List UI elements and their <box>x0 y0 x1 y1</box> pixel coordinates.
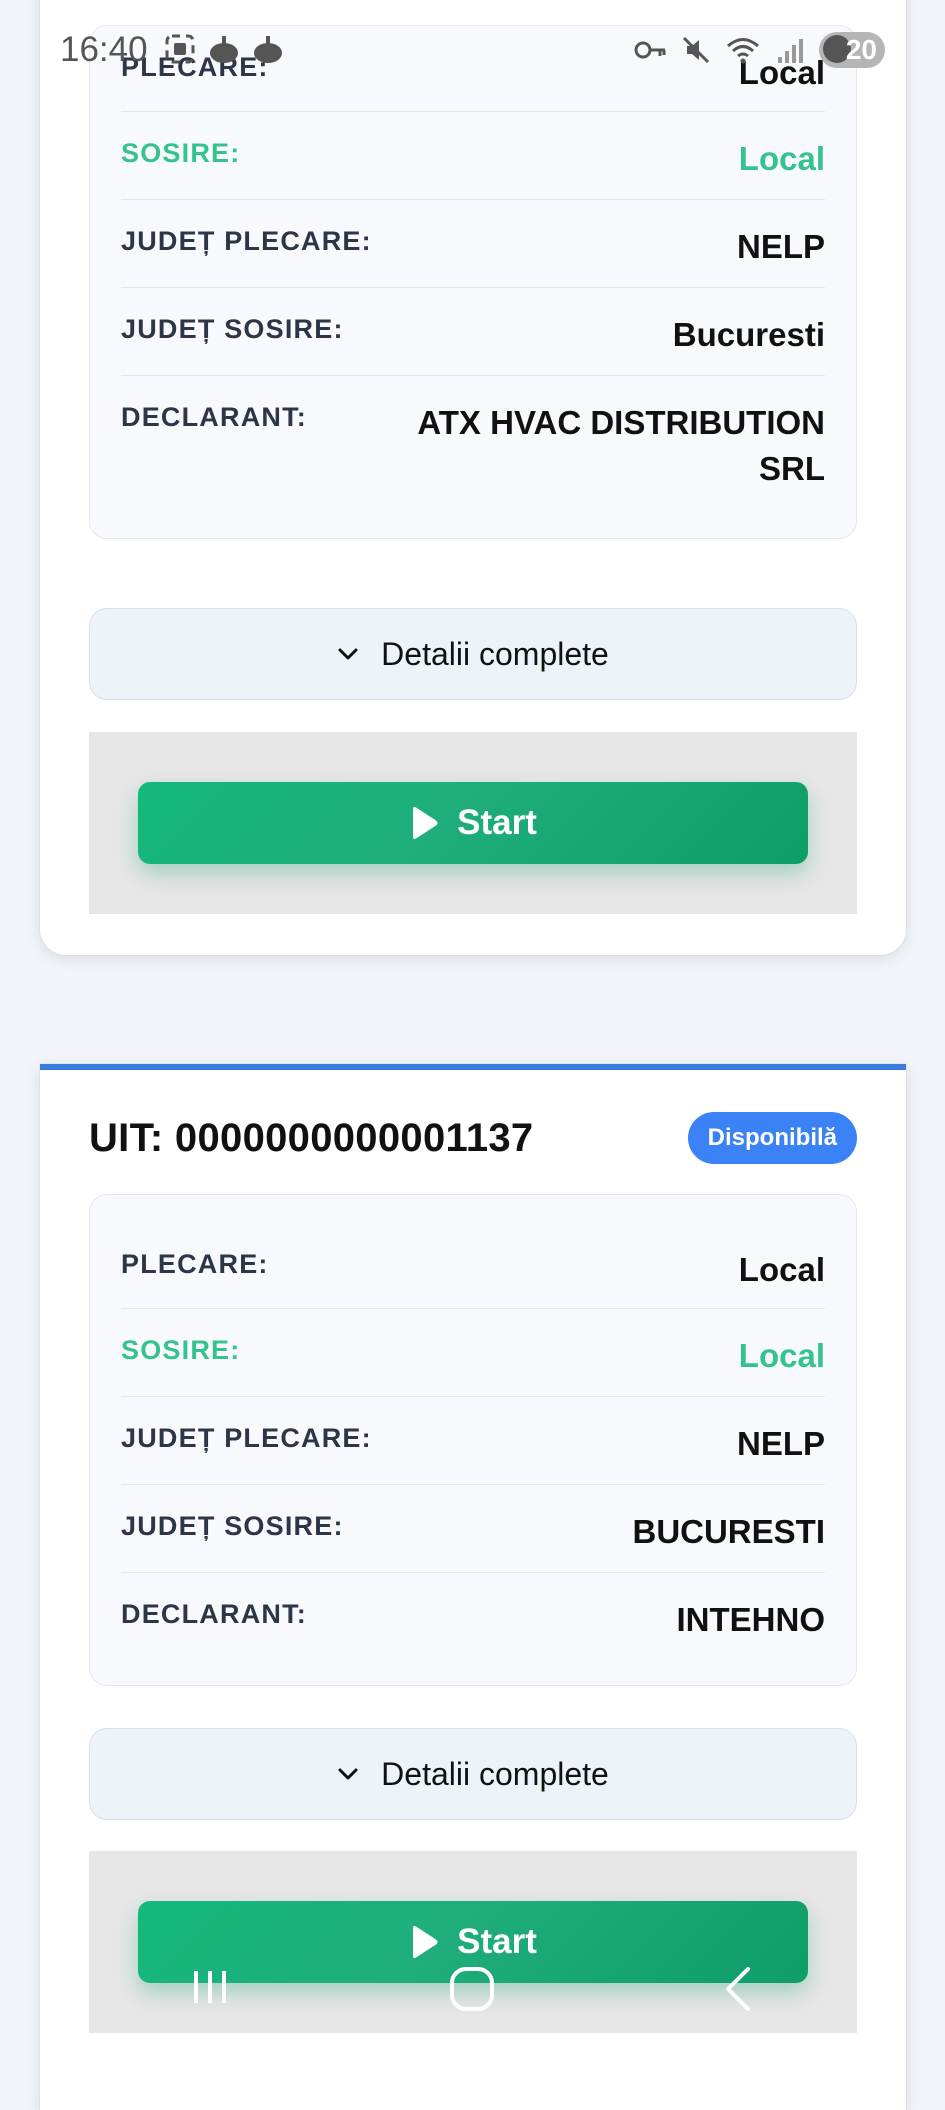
play-icon <box>413 1926 438 1958</box>
details-label: Detalii complete <box>381 635 609 672</box>
details-button[interactable]: Detalii complete <box>89 608 857 700</box>
start-area: Start <box>89 732 857 914</box>
uit-card: PLECARE: Local SOSIRE: Local JUDEȚ PLECA… <box>40 0 906 955</box>
chevron-down-icon <box>338 1768 358 1780</box>
screenshot-icon <box>165 34 195 64</box>
info-label: DECLARANT: <box>121 402 307 432</box>
info-label: JUDEȚ SOSIRE: <box>121 314 344 344</box>
info-value: INTEHNO <box>676 1601 826 1638</box>
info-label: SOSIRE: <box>121 1335 241 1365</box>
navigation-bar <box>0 1955 945 2025</box>
status-badge: Disponibilă <box>687 1112 857 1164</box>
info-value: NELP <box>736 1425 825 1462</box>
signal-icon <box>778 39 803 63</box>
info-row-judet-sosire: JUDEȚ SOSIRE: BUCURESTI <box>121 1485 825 1573</box>
battery-level: 20 <box>845 34 877 65</box>
info-label: PLECARE: <box>121 1249 269 1279</box>
info-value: Bucuresti <box>672 316 825 353</box>
recent-apps-icon[interactable] <box>188 1965 232 2009</box>
info-row-declarant: DECLARANT: INTEHNO <box>121 1573 825 1685</box>
info-row-plecare: PLECARE: Local <box>121 1195 825 1309</box>
info-label: JUDEȚ SOSIRE: <box>121 1511 344 1541</box>
info-row-sosire: SOSIRE: Local <box>121 112 825 200</box>
info-value: Local <box>738 140 825 177</box>
info-label: SOSIRE: <box>121 138 241 168</box>
info-value: NELP <box>736 228 825 265</box>
details-button[interactable]: Detalii complete <box>89 1728 857 1820</box>
mute-icon <box>682 36 710 64</box>
info-value: Local <box>738 1251 825 1288</box>
info-row-sosire: SOSIRE: Local <box>121 1309 825 1397</box>
uit-card: UIT: 0000000000001137 Disponibilă PLECAR… <box>40 1064 906 2110</box>
start-button[interactable]: Start <box>138 782 808 864</box>
vpn-key-icon <box>634 41 666 59</box>
start-label: Start <box>457 803 537 842</box>
info-row-judet-sosire: JUDEȚ SOSIRE: Bucuresti <box>121 288 825 376</box>
info-label: JUDEȚ PLECARE: <box>121 226 372 256</box>
play-icon <box>413 807 438 839</box>
wifi-icon <box>727 38 759 64</box>
status-time: 16:40 <box>60 30 148 69</box>
app-icon <box>210 36 238 63</box>
info-row-declarant: DECLARANT: ATX HVAC DISTRIBUTION SRL <box>121 376 825 538</box>
info-row-judet-plecare: JUDEȚ PLECARE: NELP <box>121 200 825 288</box>
info-value: ATX HVAC DISTRIBUTION SRL <box>417 404 825 487</box>
info-box: PLECARE: Local SOSIRE: Local JUDEȚ PLECA… <box>89 1194 857 1686</box>
app-icon <box>254 36 282 63</box>
home-icon[interactable] <box>448 1965 496 2013</box>
card-header: UIT: 0000000000001137 Disponibilă <box>89 1110 857 1166</box>
info-label: JUDEȚ PLECARE: <box>121 1423 372 1453</box>
info-row-judet-plecare: JUDEȚ PLECARE: NELP <box>121 1397 825 1485</box>
info-box: PLECARE: Local SOSIRE: Local JUDEȚ PLECA… <box>89 25 857 539</box>
info-label: DECLARANT: <box>121 1599 307 1629</box>
status-right-icons: 20 <box>633 32 885 68</box>
battery-indicator: 20 <box>819 32 885 68</box>
back-icon[interactable] <box>718 1965 758 2013</box>
info-value: Local <box>738 1337 825 1374</box>
chevron-down-icon <box>338 648 358 660</box>
status-left-icons <box>163 32 285 66</box>
info-value: BUCURESTI <box>632 1513 825 1550</box>
uit-title: UIT: 0000000000001137 <box>89 1115 534 1160</box>
details-label: Detalii complete <box>381 1755 609 1792</box>
